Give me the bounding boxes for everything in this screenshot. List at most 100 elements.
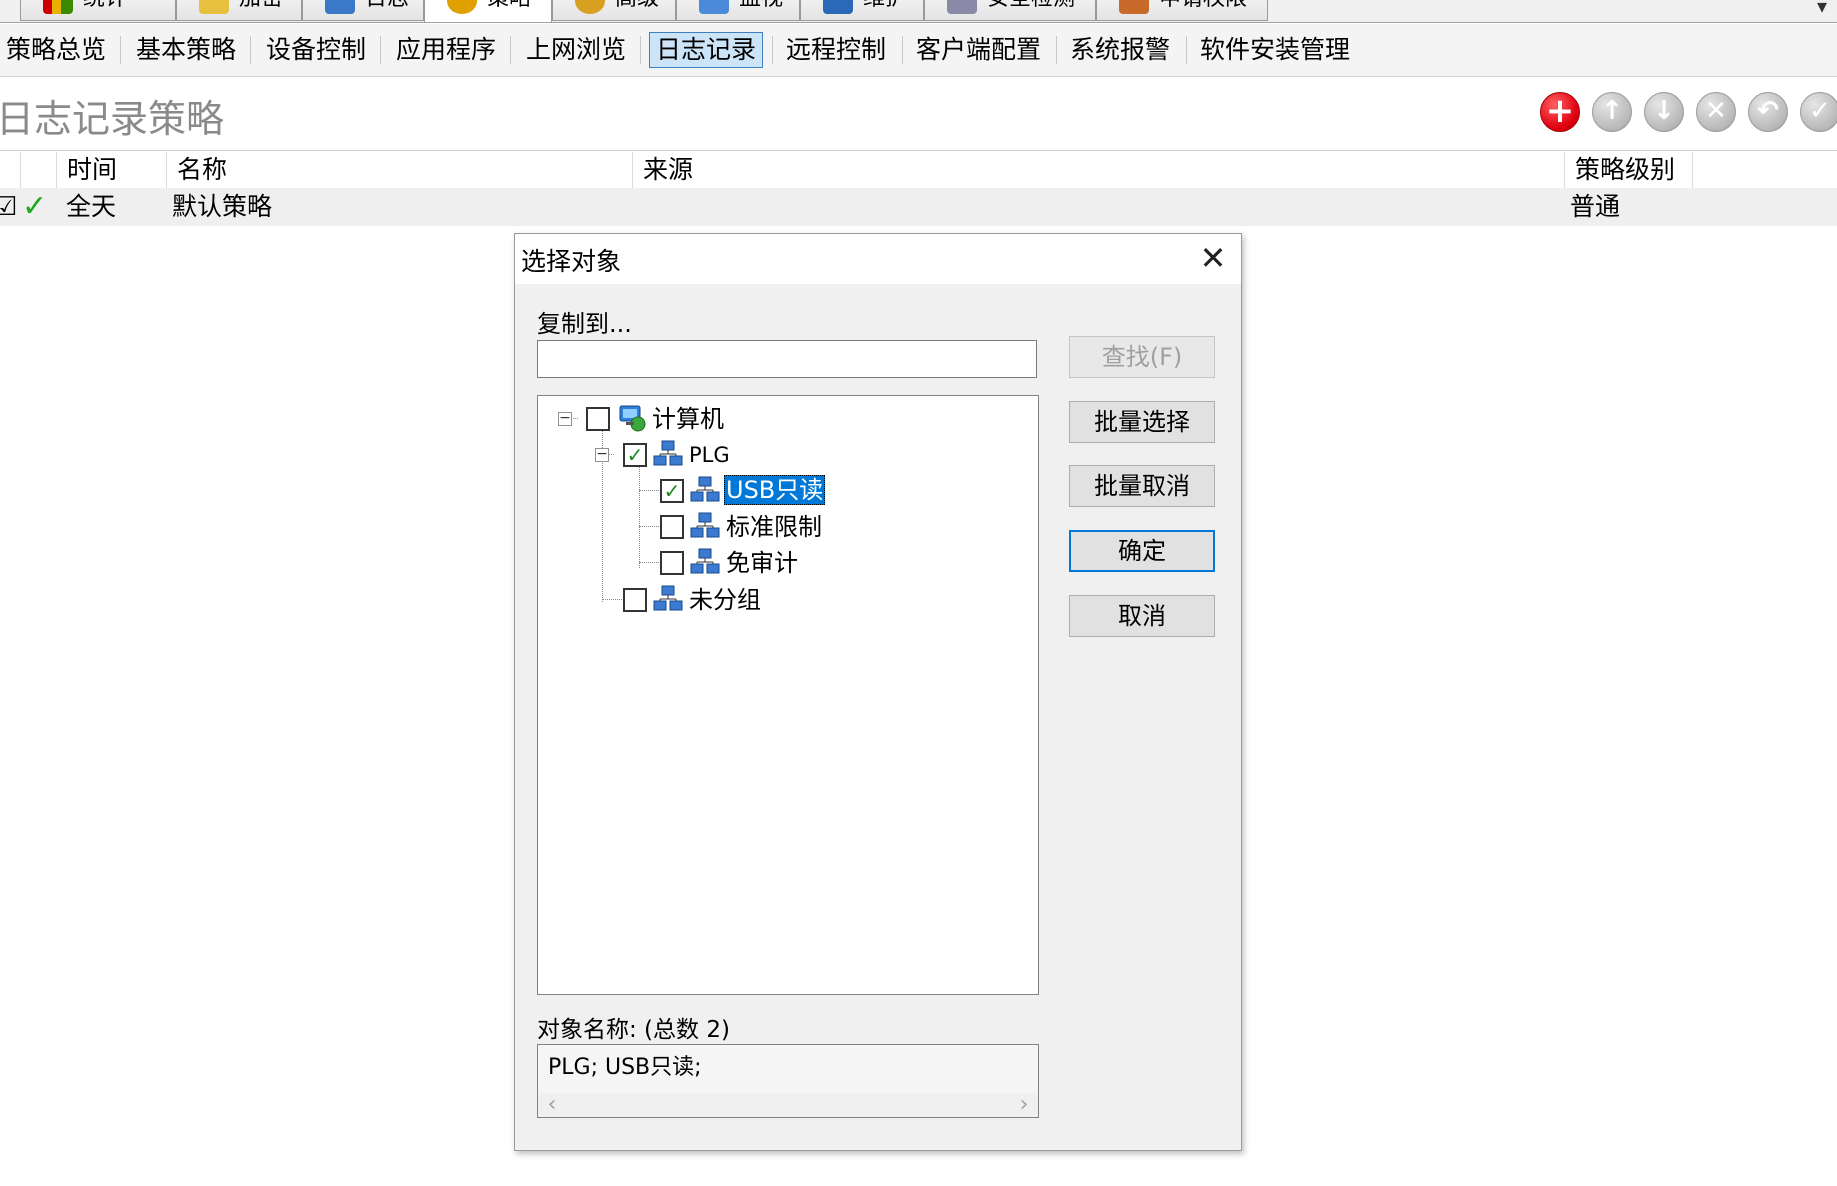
tree-connector xyxy=(639,562,659,563)
subnav-separator xyxy=(250,36,251,64)
add-button[interactable]: + xyxy=(1540,92,1580,132)
column-header-source[interactable]: 来源 xyxy=(632,152,1564,188)
bar-chart-icon xyxy=(43,0,73,14)
subnav-remote-control[interactable]: 远程控制 xyxy=(780,32,892,68)
object-names-label: 对象名称: (总数 2) xyxy=(537,1017,730,1043)
tree-label-audit-exempt: 免审计 xyxy=(726,549,798,577)
batch-cancel-button[interactable]: 批量取消 xyxy=(1069,465,1215,507)
table-row[interactable]: ☑ ✓ 全天 默认策略 普通 xyxy=(0,188,1837,226)
column-header-name[interactable]: 名称 xyxy=(166,152,632,188)
scroll-left-icon[interactable]: ‹ xyxy=(540,1093,564,1117)
horizontal-scrollbar[interactable]: ‹ › xyxy=(538,1093,1038,1117)
policy-subnav: 策略总览 基本策略 设备控制 应用程序 上网浏览 日志记录 远程控制 客户端配置… xyxy=(0,24,1837,77)
checkmark-icon: ✓ xyxy=(1809,96,1831,126)
subnav-separator xyxy=(772,36,773,64)
column-header-time[interactable]: 时间 xyxy=(56,152,166,188)
row-level: 普通 xyxy=(1570,192,1621,221)
tree-checkbox-standard-restriction[interactable] xyxy=(660,515,684,539)
tree-label-plg: PLG xyxy=(689,443,730,467)
computer-group-icon xyxy=(690,476,720,502)
scroll-right-icon[interactable]: › xyxy=(1012,1093,1036,1117)
tab-request-permission[interactable]: 申请权限 xyxy=(1096,0,1268,21)
dialog-titlebar[interactable]: 选择对象 ✕ xyxy=(515,234,1241,284)
copy-to-input[interactable] xyxy=(537,340,1037,378)
tree-connector xyxy=(639,458,640,568)
tab-advanced[interactable]: 高级 xyxy=(552,0,676,21)
main-tab-strip: 统计 加密 日志 策略 高级 监视 维护 安全检测 申请权限 ▾ xyxy=(0,0,1837,23)
row-checkbox[interactable]: ☑ xyxy=(0,188,17,226)
tree-connector xyxy=(602,599,622,600)
plus-icon: + xyxy=(1545,91,1575,131)
gear-icon xyxy=(447,0,477,14)
tab-maintenance[interactable]: 维护 xyxy=(800,0,924,21)
object-names-value: PLG; USB只读; xyxy=(548,1055,702,1080)
dialog-title: 选择对象 xyxy=(521,247,622,276)
subnav-client-config[interactable]: 客户端配置 xyxy=(910,32,1047,68)
tree-checkbox-plg[interactable]: ✓ xyxy=(623,443,647,467)
subnav-policy-overview[interactable]: 策略总览 xyxy=(0,32,112,68)
collapse-toggle-icon[interactable]: − xyxy=(595,447,609,462)
subnav-separator xyxy=(510,36,511,64)
subnav-log-recording[interactable]: 日志记录 xyxy=(649,32,764,68)
apply-button[interactable]: ✓ xyxy=(1800,92,1837,132)
tab-encrypt[interactable]: 加密 xyxy=(176,0,302,21)
wrench-icon xyxy=(823,0,853,14)
tree-checkbox-audit-exempt[interactable] xyxy=(660,551,684,575)
enabled-check-icon: ✓ xyxy=(22,189,48,224)
close-icon[interactable]: ✕ xyxy=(1193,238,1233,278)
tree-checkbox-ungrouped[interactable] xyxy=(623,588,647,612)
tab-policy[interactable]: 策略 xyxy=(424,0,552,22)
tree-label-standard-restriction: 标准限制 xyxy=(726,513,822,541)
lock-folder-icon xyxy=(199,0,229,14)
book-icon xyxy=(325,0,355,14)
move-up-button[interactable]: ↑ xyxy=(1592,92,1632,132)
subnav-separator xyxy=(640,36,641,64)
object-tree[interactable]: − 计算机 − ✓ PLG ✓ USB只读 标准限制 免审计 未分组 xyxy=(537,395,1039,995)
column-header-check xyxy=(20,152,56,188)
select-object-dialog: 选择对象 ✕ 复制到... 查找(F) 批量选择 批量取消 确定 取消 − 计算… xyxy=(514,233,1242,1151)
tab-logs[interactable]: 日志 xyxy=(302,0,424,21)
tree-checkbox-usb-readonly[interactable]: ✓ xyxy=(660,479,684,503)
tab-statistics[interactable]: 统计 xyxy=(20,0,176,21)
tree-checkbox-computers[interactable] xyxy=(586,407,610,431)
row-time: 全天 xyxy=(66,192,117,221)
row-source xyxy=(632,188,1564,226)
tab-security-check[interactable]: 安全检测 xyxy=(924,0,1096,21)
tree-connector xyxy=(639,490,659,491)
tree-label-usb-readonly: USB只读 xyxy=(724,475,826,505)
row-name: 默认策略 xyxy=(172,192,273,221)
subnav-applications[interactable]: 应用程序 xyxy=(390,32,502,68)
find-button[interactable]: 查找(F) xyxy=(1069,336,1215,378)
subnav-basic-policy[interactable]: 基本策略 xyxy=(130,32,242,68)
chevron-down-icon[interactable]: ▾ xyxy=(1817,0,1827,18)
subnav-device-control[interactable]: 设备控制 xyxy=(260,32,372,68)
column-header-level[interactable]: 策略级别 xyxy=(1564,152,1692,188)
move-down-button[interactable]: ↓ xyxy=(1644,92,1684,132)
subnav-web-browsing[interactable]: 上网浏览 xyxy=(520,32,632,68)
network-computers-icon xyxy=(619,405,646,432)
undo-button[interactable]: ↶ xyxy=(1748,92,1788,132)
cancel-button[interactable]: 取消 xyxy=(1069,595,1215,637)
delete-button[interactable]: ✕ xyxy=(1696,92,1736,132)
monitor-icon xyxy=(699,0,729,14)
tab-monitor[interactable]: 监视 xyxy=(676,0,800,21)
shield-scan-icon xyxy=(947,0,977,14)
object-names-field[interactable]: PLG; USB只读; ‹ › xyxy=(537,1044,1039,1118)
collapse-toggle-icon[interactable]: − xyxy=(558,411,572,426)
subnav-separator xyxy=(1056,36,1057,64)
x-icon: ✕ xyxy=(1705,96,1727,126)
subnav-separator xyxy=(380,36,381,64)
subnav-separator xyxy=(120,36,121,64)
subnav-separator xyxy=(1186,36,1187,64)
gears-icon xyxy=(575,0,605,14)
header-divider xyxy=(0,150,1837,151)
tree-connector xyxy=(639,526,659,527)
batch-select-button[interactable]: 批量选择 xyxy=(1069,401,1215,443)
subnav-system-alarm[interactable]: 系统报警 xyxy=(1064,32,1176,68)
arrow-up-icon: ↑ xyxy=(1601,96,1623,126)
subnav-software-install-mgmt[interactable]: 软件安装管理 xyxy=(1194,32,1356,68)
undo-icon: ↶ xyxy=(1757,96,1779,126)
page-title: 日志记录策略 xyxy=(0,97,225,141)
ok-button[interactable]: 确定 xyxy=(1069,530,1215,572)
computer-group-icon xyxy=(653,585,683,611)
